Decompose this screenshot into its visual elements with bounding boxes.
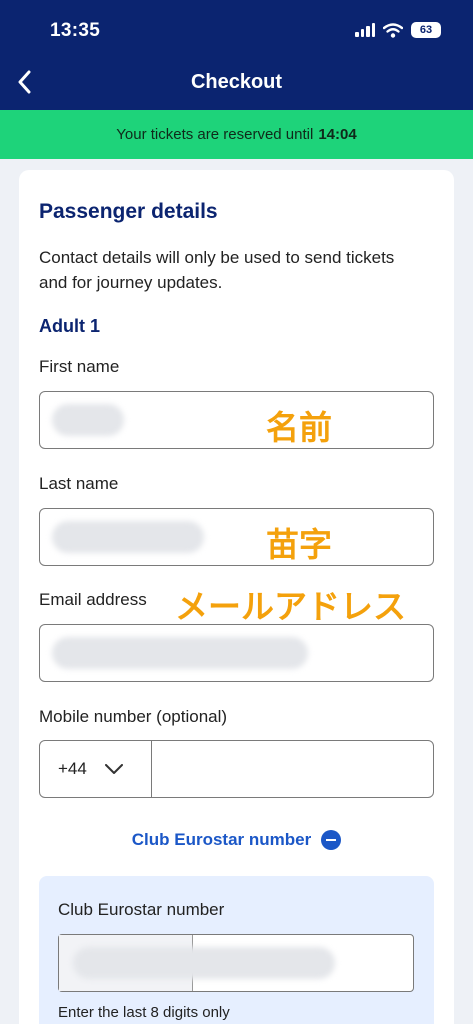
email-label: Email address (39, 590, 147, 609)
redacted-value (52, 404, 124, 436)
app-header: 13:35 63 Checkout (0, 0, 473, 110)
mobile-label: Mobile number (optional) (39, 707, 228, 726)
page-title: Checkout (190, 71, 283, 93)
chevron-down-icon (104, 764, 123, 774)
club-eurostar-link-text: Club Eurostar number (131, 830, 312, 849)
adult-heading: Adult 1 (39, 316, 100, 336)
signal-icon (355, 23, 375, 37)
status-icons: 63 (355, 22, 441, 38)
country-code-value: +44 (58, 759, 87, 778)
email-annotation: メールアドレス (175, 588, 406, 625)
mobile-number-field: +44 (39, 740, 434, 798)
mobile-number-input[interactable] (152, 741, 433, 797)
first-name-annotation: 名前 (266, 409, 332, 446)
reservation-time: 14:04 (318, 126, 357, 143)
reservation-text: Your tickets are reserved until (116, 126, 314, 143)
status-time: 13:35 (50, 20, 101, 41)
first-name-label: First name (39, 357, 120, 376)
first-name-input[interactable]: 名前 (39, 391, 434, 449)
redacted-value (52, 637, 308, 669)
club-number-label: Club Eurostar number (58, 900, 225, 919)
club-number-input[interactable] (58, 934, 414, 992)
last-name-label: Last name (39, 474, 119, 493)
battery-icon: 63 (411, 22, 441, 38)
minus-circle-icon (321, 830, 342, 850)
wifi-icon (383, 22, 403, 38)
last-name-annotation: 苗字 (266, 526, 332, 563)
contact-info-text: Contact details will only be used to sen… (39, 248, 395, 292)
section-title: Passenger details (39, 200, 218, 223)
redacted-value (52, 521, 204, 553)
passenger-details-card: Passenger details Contact details will o… (19, 170, 454, 1024)
last-name-input[interactable]: 苗字 (39, 508, 434, 566)
club-eurostar-panel: Club Eurostar number Enter the last 8 di… (39, 876, 434, 1024)
email-input[interactable] (39, 624, 434, 682)
redacted-value (73, 947, 335, 979)
reservation-banner: Your tickets are reserved until 14:04 (0, 110, 473, 159)
country-code-select[interactable]: +44 (40, 741, 152, 797)
club-eurostar-toggle[interactable]: Club Eurostar number (19, 830, 454, 850)
club-number-hint: Enter the last 8 digits only (58, 1004, 230, 1021)
